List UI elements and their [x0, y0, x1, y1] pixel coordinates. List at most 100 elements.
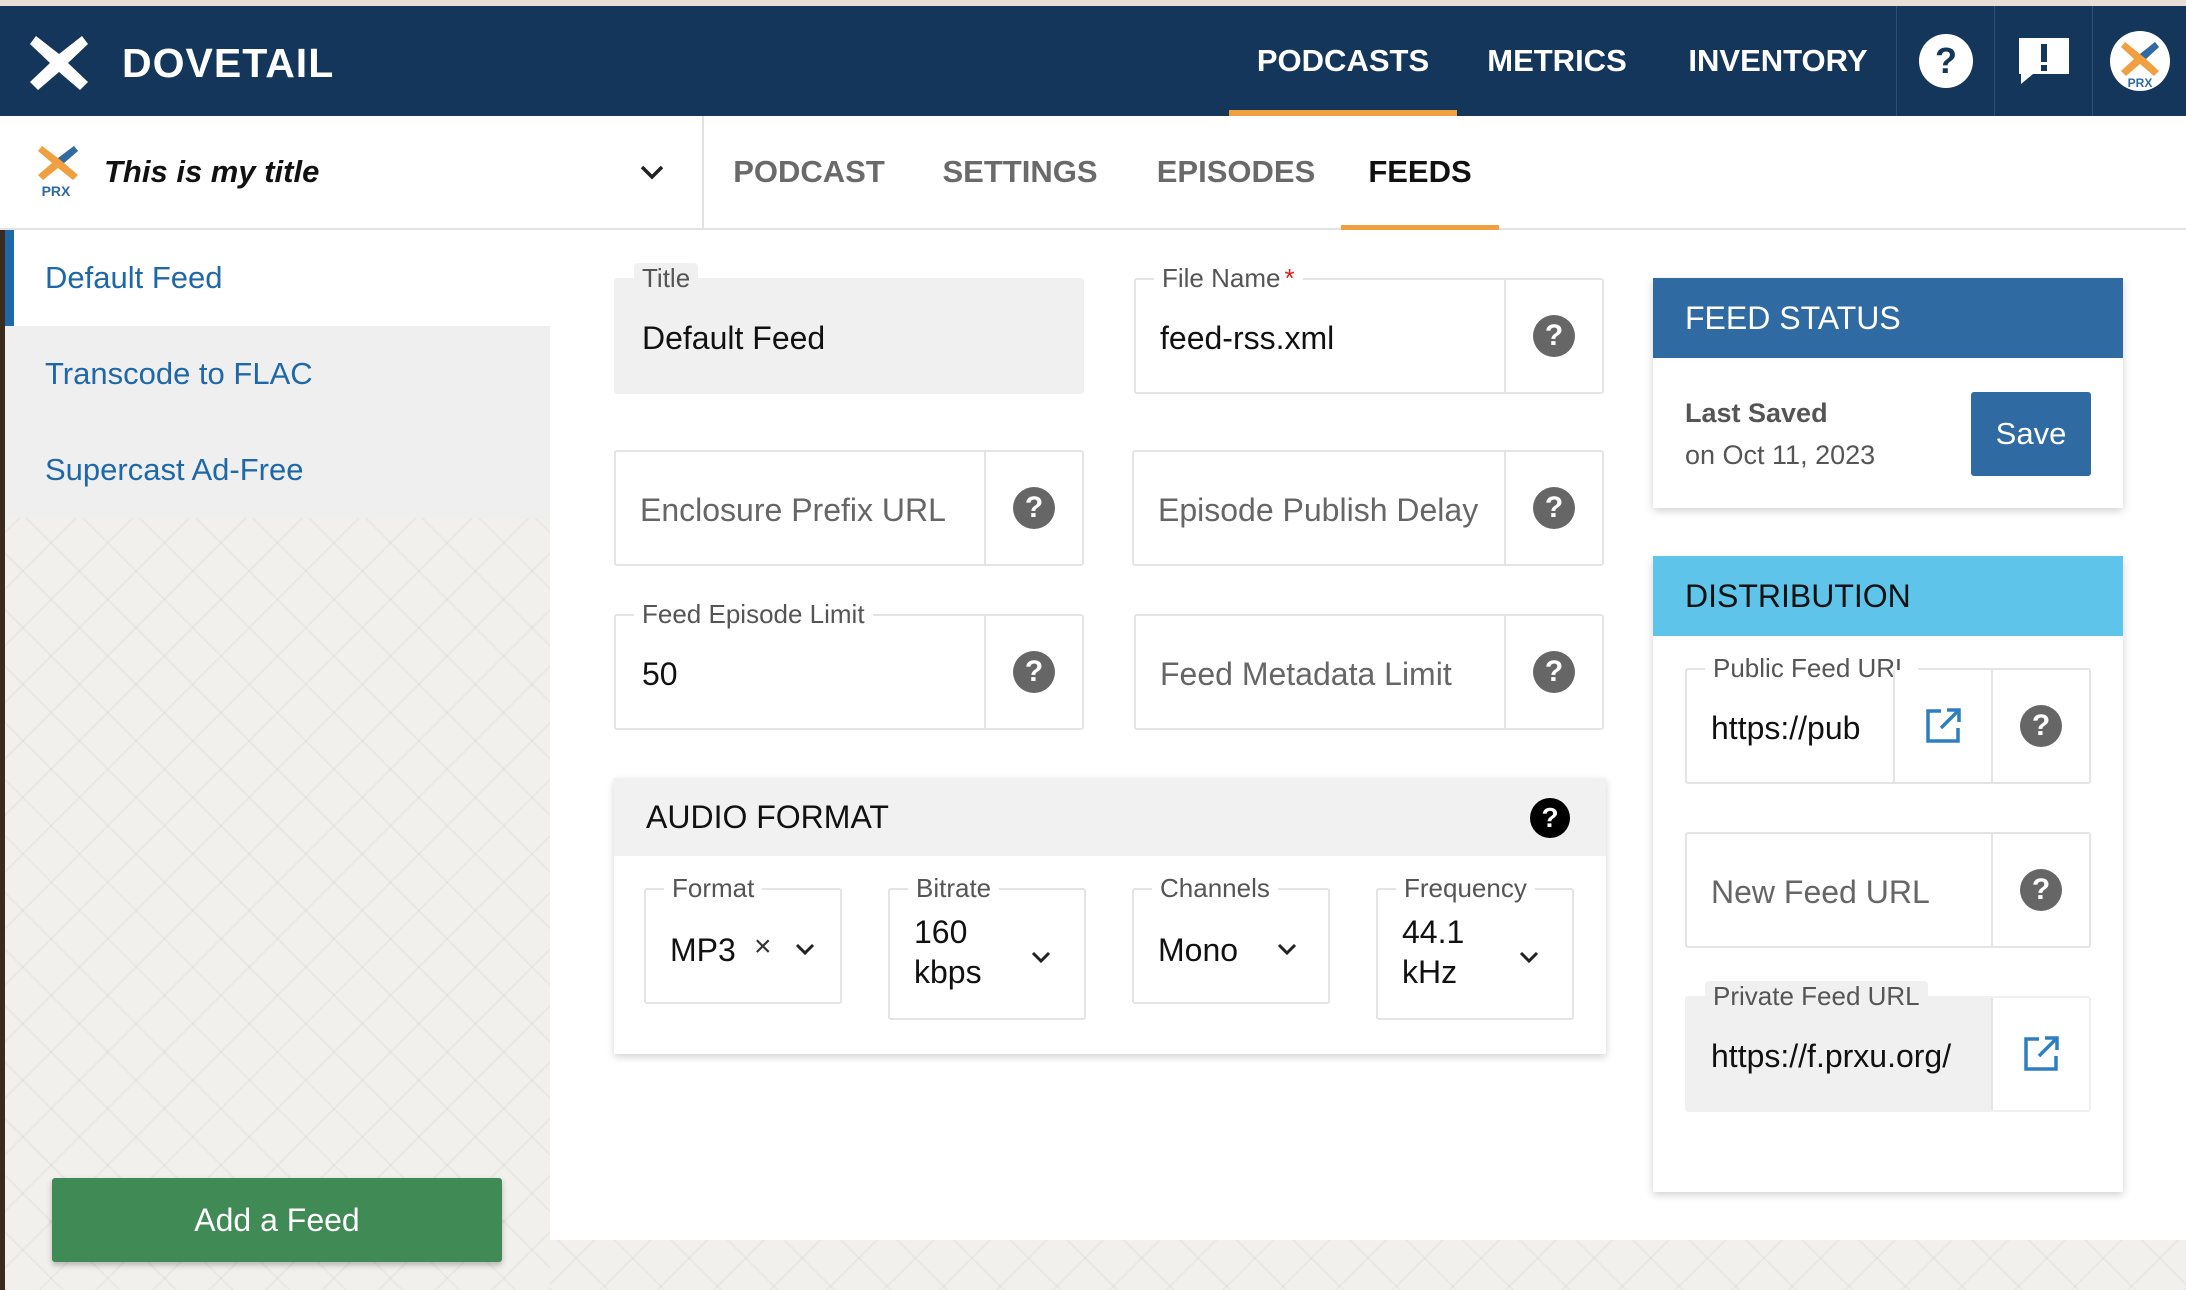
channels-label: Channels [1152, 873, 1278, 903]
feed-form: Title Default Feed File Name * feed-rss.x… [550, 230, 2186, 1240]
podcast-picker[interactable]: PRX This is my title [0, 116, 704, 228]
file-name-field[interactable]: File Name * feed-rss.xml ? [1134, 263, 1604, 394]
feed-sidebar: Default Feed Transcode to FLAC Supercast… [0, 230, 550, 1290]
frequency-select[interactable]: Frequency 44.1 kHz [1376, 873, 1574, 1020]
feedback-button[interactable] [1994, 6, 2092, 116]
feed-item-flac[interactable]: Transcode to FLAC [5, 326, 550, 422]
chevron-down-icon[interactable] [1274, 936, 1300, 962]
user-avatar[interactable]: PRX [2092, 6, 2186, 116]
new-feed-url-help-button[interactable]: ? [1991, 834, 2089, 946]
bitrate-select[interactable]: Bitrate 160 kbps [888, 873, 1086, 1020]
publish-delay-help-button[interactable]: ? [1504, 452, 1602, 564]
publish-delay-placeholder: Episode Publish Delay [1158, 492, 1479, 528]
title-field[interactable]: Title Default Feed [614, 263, 1084, 394]
question-circle-icon: ? [1533, 487, 1575, 529]
dovetail-logo-icon [30, 36, 88, 90]
public-feed-url-label: Public Feed URL [1705, 653, 1918, 683]
tab-episodes[interactable]: EPISODES [1146, 116, 1326, 228]
audio-format-help-icon[interactable]: ? [1530, 798, 1570, 838]
last-saved-date: on Oct 11, 2023 [1685, 440, 1876, 470]
frequency-value-line2: kHz [1402, 954, 1458, 990]
title-label: Title [634, 263, 699, 293]
svg-text:PRX: PRX [2127, 76, 2152, 90]
open-public-feed-button[interactable] [1893, 670, 1991, 782]
public-feed-url-field[interactable]: Public Feed URL https://pub ? [1685, 653, 2091, 784]
brand[interactable]: DOVETAIL [28, 32, 334, 94]
episode-limit-label: Feed Episode Limit [634, 599, 873, 629]
private-feed-url-field[interactable]: Private Feed URL https://f.prxu.org/ [1685, 981, 2091, 1112]
public-feed-help-button[interactable]: ? [1991, 670, 2089, 782]
feed-list: Default Feed Transcode to FLAC Supercast… [5, 230, 550, 518]
feed-status-title: FEED STATUS [1653, 278, 2123, 358]
nav-metrics[interactable]: METRICS [1470, 6, 1644, 116]
audio-format-card: AUDIO FORMAT ? Format MP3 × Bitrate 160 … [614, 778, 1606, 1054]
enclosure-prefix-placeholder: Enclosure Prefix URL [640, 492, 946, 528]
tab-podcast[interactable]: PODCAST [722, 116, 896, 228]
distribution-title: DISTRIBUTION [1653, 556, 2123, 636]
bitrate-value-line1: 160 [914, 914, 968, 950]
question-circle-icon: ? [2020, 869, 2062, 911]
tab-feeds[interactable]: FEEDS [1341, 116, 1499, 230]
channels-value: Mono [1158, 932, 1239, 968]
question-circle-icon: ? [1533, 651, 1575, 693]
question-circle-icon: ? [2020, 705, 2062, 747]
sub-header: PRX This is my title PODCAST SETTINGS EP… [0, 116, 2186, 230]
file-name-value: feed-rss.xml [1160, 320, 1335, 356]
metadata-limit-placeholder: Feed Metadata Limit [1160, 656, 1452, 692]
episode-limit-value: 50 [642, 656, 678, 692]
brand-name: DOVETAIL [122, 39, 335, 86]
chevron-down-icon[interactable] [792, 936, 818, 962]
question-circle-icon: ? [1918, 34, 1973, 88]
chevron-down-icon[interactable] [1516, 944, 1542, 970]
private-feed-url-label: Private Feed URL [1705, 981, 1928, 1011]
metadata-limit-field[interactable]: Feed Metadata Limit ? [1134, 614, 1604, 730]
bitrate-label: Bitrate [908, 873, 1000, 903]
nav-podcasts[interactable]: PODCASTS [1229, 6, 1457, 116]
file-name-label: File Name * [1154, 263, 1303, 293]
distribution-card: DISTRIBUTION Public Feed URL https://pub… [1653, 556, 2123, 1192]
open-private-feed-button[interactable] [1991, 998, 2089, 1110]
metadata-limit-help-button[interactable]: ? [1504, 616, 1602, 728]
private-feed-url-value: https://f.prxu.org/ [1711, 1038, 1952, 1074]
channels-select[interactable]: Channels Mono [1132, 873, 1330, 1004]
page-background [550, 1240, 2186, 1290]
enclosure-prefix-help-button[interactable]: ? [984, 452, 1082, 564]
frequency-value-line1: 44.1 [1402, 914, 1465, 950]
top-navbar: DOVETAIL PODCASTS METRICS INVENTORY ? PR… [0, 0, 2186, 116]
question-circle-icon: ? [1013, 487, 1055, 529]
public-feed-url-value: https://pub [1711, 710, 1861, 746]
enclosure-prefix-field[interactable]: Enclosure Prefix URL ? [614, 450, 1084, 566]
question-circle-icon: ? [1533, 315, 1575, 357]
tab-settings[interactable]: SETTINGS [930, 116, 1110, 228]
prx-logo-icon: PRX [38, 146, 78, 198]
new-feed-url-field[interactable]: New Feed URL ? [1685, 832, 2091, 948]
podcast-title: This is my title [104, 154, 320, 189]
feed-item-supercast[interactable]: Supercast Ad-Free [5, 422, 550, 518]
frequency-label: Frequency [1396, 873, 1535, 903]
avatar-prx-icon: PRX [2109, 31, 2170, 91]
format-value: MP3 [670, 932, 736, 968]
external-link-icon [2024, 1036, 2059, 1071]
chevron-down-icon[interactable] [636, 156, 668, 188]
episode-limit-field[interactable]: Feed Episode Limit 50 ? [614, 599, 1084, 730]
add-feed-button[interactable]: Add a Feed [52, 1178, 502, 1262]
file-name-help-button[interactable]: ? [1504, 280, 1602, 392]
clear-icon[interactable]: × [754, 930, 772, 964]
feed-status-card: FEED STATUS Last Saved on Oct 11, 2023 S… [1653, 278, 2123, 508]
format-select[interactable]: Format MP3 × [644, 873, 842, 1004]
svg-text:?: ? [1935, 40, 1957, 81]
feedback-icon [2018, 38, 2069, 84]
svg-text:PRX: PRX [42, 183, 71, 198]
help-button[interactable]: ? [1896, 6, 1994, 116]
nav-inventory[interactable]: INVENTORY [1670, 6, 1886, 116]
publish-delay-field[interactable]: Episode Publish Delay ? [1132, 450, 1604, 566]
bitrate-value-line2: kbps [914, 954, 982, 990]
feed-item-default[interactable]: Default Feed [5, 230, 550, 326]
new-feed-url-placeholder: New Feed URL [1711, 874, 1930, 910]
episode-limit-help-button[interactable]: ? [984, 616, 1082, 728]
chevron-down-icon[interactable] [1028, 944, 1054, 970]
external-link-icon [1926, 708, 1961, 743]
audio-format-title: AUDIO FORMAT [614, 778, 1606, 856]
save-button[interactable]: Save [1971, 392, 2091, 476]
last-saved-label: Last Saved [1685, 398, 1828, 428]
